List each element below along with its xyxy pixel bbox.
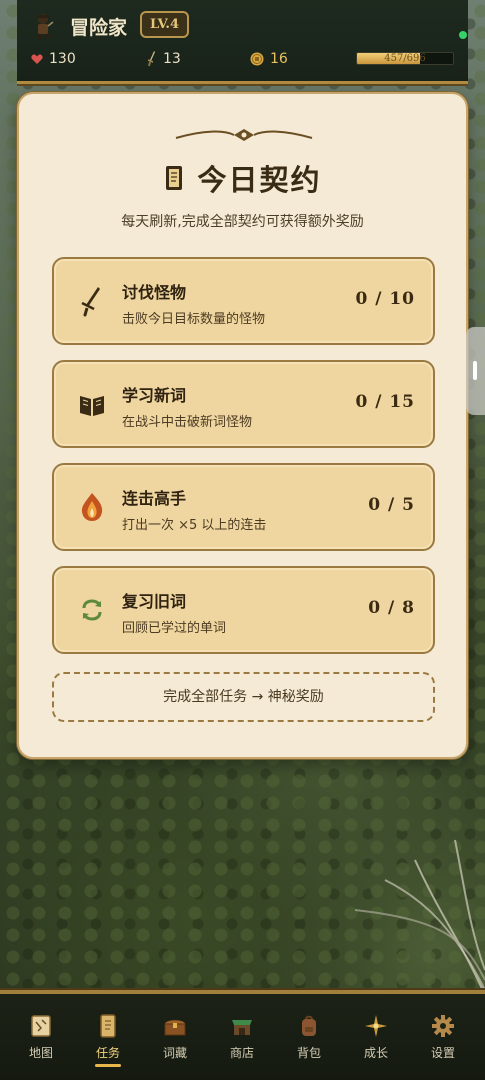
ornament-divider-icon bbox=[175, 129, 313, 141]
xp-progress-bar: 457/696 bbox=[356, 52, 454, 65]
gear-icon bbox=[432, 1015, 454, 1037]
flame-icon bbox=[81, 493, 103, 521]
page-subtitle: 每天刷新,完成全部契约可获得额外奖励 bbox=[121, 214, 364, 230]
online-status-dot bbox=[459, 31, 467, 39]
nav-label: 成长 bbox=[363, 1046, 388, 1060]
side-drawer-handle[interactable] bbox=[466, 327, 485, 415]
coin-icon bbox=[250, 52, 264, 66]
chest-icon bbox=[164, 1020, 186, 1036]
task-desc: 回顾已学过的单词 bbox=[122, 621, 227, 636]
task-card-review-words[interactable]: 复习旧词 回顾已学过的单词 0 / 8 bbox=[52, 566, 435, 654]
refresh-icon bbox=[82, 599, 102, 621]
hp-value: 130 bbox=[49, 51, 76, 67]
scroll-icon bbox=[100, 1014, 116, 1038]
nav-label: 商店 bbox=[229, 1046, 254, 1060]
nav-item-shop[interactable]: 商店 bbox=[214, 1014, 270, 1074]
task-progress: 0 / 15 bbox=[355, 392, 415, 412]
hp-stat: 130 bbox=[31, 48, 76, 70]
heart-icon bbox=[31, 53, 43, 64]
task-name: 复习旧词 bbox=[122, 592, 187, 611]
nav-item-settings[interactable]: 设置 bbox=[415, 1014, 471, 1074]
nav-label: 背包 bbox=[296, 1046, 321, 1060]
task-name: 学习新词 bbox=[122, 386, 187, 405]
attack-value: 13 bbox=[163, 51, 181, 67]
nav-item-backpack[interactable]: 背包 bbox=[281, 1014, 337, 1074]
nav-item-tasks[interactable]: 任务 bbox=[80, 1014, 136, 1074]
nav-item-word-collection[interactable]: 词藏 bbox=[147, 1014, 203, 1074]
task-card-combo-master[interactable]: 连击高手 打出一次 ×5 以上的连击 0 / 5 bbox=[52, 463, 435, 551]
xp-text: 457/696 bbox=[384, 53, 426, 64]
task-desc: 打出一次 ×5 以上的连击 bbox=[122, 518, 267, 533]
nav-label: 任务 bbox=[95, 1046, 120, 1060]
nav-label: 设置 bbox=[430, 1046, 455, 1060]
attack-stat: 13 bbox=[147, 48, 181, 70]
task-name: 连击高手 bbox=[122, 489, 187, 508]
map-icon bbox=[31, 1015, 51, 1037]
mystery-reward-hint: 完成全部任务 → 神秘奖励 bbox=[52, 672, 435, 722]
sword-icon bbox=[147, 51, 155, 67]
page-title: 今日契约 bbox=[197, 163, 322, 197]
task-card-learn-new-words[interactable]: 学习新词 在战斗中击破新词怪物 0 / 15 bbox=[52, 360, 435, 448]
star-icon bbox=[365, 1015, 387, 1037]
level-badge: LV.4 bbox=[140, 11, 189, 38]
sword-icon bbox=[81, 287, 100, 317]
bottom-navigation: 地图 任务 词藏 商店 背包 成长 设置 bbox=[0, 990, 485, 1080]
task-progress: 0 / 5 bbox=[368, 495, 415, 515]
shop-icon bbox=[232, 1020, 252, 1035]
nav-label: 词藏 bbox=[162, 1046, 187, 1060]
coin-value: 16 bbox=[270, 51, 288, 67]
status-bar: 冒险家 LV.4 130 13 16 457/696 bbox=[17, 0, 468, 84]
task-progress: 0 / 10 bbox=[355, 289, 415, 309]
task-desc: 在战斗中击破新词怪物 bbox=[122, 415, 253, 430]
task-desc: 击败今日目标数量的怪物 bbox=[122, 312, 266, 327]
nav-label: 地图 bbox=[28, 1046, 53, 1060]
book-icon bbox=[80, 396, 104, 416]
task-progress: 0 / 8 bbox=[368, 598, 415, 618]
task-name: 讨伐怪物 bbox=[122, 283, 187, 302]
task-card-defeat-monsters[interactable]: 讨伐怪物 击败今日目标数量的怪物 0 / 10 bbox=[52, 257, 435, 345]
daily-contract-panel: 今日契约 每天刷新,完成全部契约可获得额外奖励 讨伐怪物 击败今日目标数量的怪物… bbox=[17, 92, 468, 759]
backpack-icon bbox=[302, 1015, 316, 1036]
player-name: 冒险家 bbox=[70, 17, 128, 39]
active-indicator bbox=[95, 1064, 121, 1067]
drawer-grip bbox=[473, 361, 477, 380]
nav-item-map[interactable]: 地图 bbox=[13, 1014, 69, 1074]
nav-item-growth[interactable]: 成长 bbox=[348, 1014, 404, 1074]
adventurer-avatar-icon[interactable] bbox=[31, 12, 55, 40]
grass-decoration bbox=[354, 839, 485, 996]
scroll-icon bbox=[166, 166, 183, 190]
coin-stat: 16 bbox=[250, 48, 288, 70]
